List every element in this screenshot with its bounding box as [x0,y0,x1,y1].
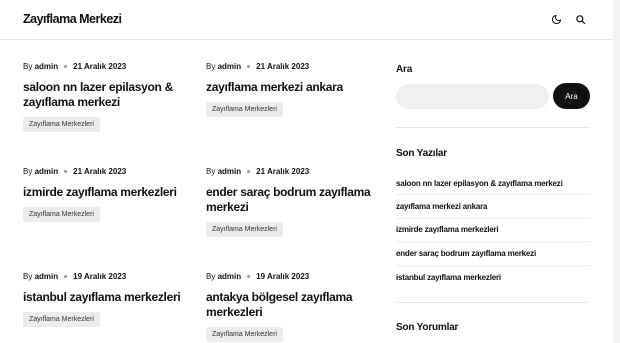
recent-post-link[interactable]: zayıflama merkezi ankara [396,195,590,219]
meta-dot [64,274,68,278]
post-category[interactable]: Zayıflama Merkezleri [206,327,283,342]
moon-icon[interactable] [549,12,563,26]
post-meta: By admin 21 Aralık 2023 [23,62,195,72]
post-title[interactable]: ender saraç bodrum zayıflama merkezi [206,185,378,215]
post-date[interactable]: 19 Aralık 2023 [73,272,126,281]
post-by: By [206,167,216,176]
post-category[interactable]: Zayıflama Merkezleri [206,102,283,117]
meta-dot [64,169,68,173]
recent-post-link[interactable]: saloon nn lazer epilasyon & zayıflama me… [396,172,590,196]
post-meta: By admin 19 Aralık 2023 [206,272,378,282]
post-card: By admin 21 Aralık 2023 saloon nn lazer e… [23,62,195,132]
post-author[interactable]: admin [218,167,242,176]
site-header: Zayıflama Merkezi [0,0,613,40]
post-date[interactable]: 21 Aralık 2023 [73,62,126,71]
post-category[interactable]: Zayıflama Merkezleri [23,312,100,327]
post-date[interactable]: 21 Aralık 2023 [256,167,309,176]
post-author[interactable]: admin [35,167,59,176]
post-meta: By admin 21 Aralık 2023 [206,167,378,177]
post-category[interactable]: Zayıflama Merkezleri [23,117,100,132]
recent-posts-title: Son Yazılar [396,148,447,159]
post-by: By [23,62,33,71]
meta-dot [64,64,68,68]
recent-comments-title: Son Yorumlar [396,322,459,333]
post-card: By admin 21 Aralık 2023 izmirde zayıflama… [23,167,195,222]
divider [396,127,590,128]
post-card: By admin 19 Aralık 2023 antakya bölgesel … [206,272,378,342]
post-by: By [23,167,33,176]
post-date[interactable]: 21 Aralık 2023 [256,62,309,71]
search-input[interactable] [396,84,549,109]
post-author[interactable]: admin [218,62,242,71]
post-by: By [206,272,216,281]
search-widget-title: Ara [396,64,413,75]
recent-post-link[interactable]: ender saraç bodrum zayıflama merkezi [396,242,590,266]
post-date[interactable]: 21 Aralık 2023 [73,167,126,176]
post-title[interactable]: saloon nn lazer epilasyon & zayıflama me… [23,80,195,110]
post-title[interactable]: antakya bölgesel zayıflama merkezleri [206,290,378,320]
post-category[interactable]: Zayıflama Merkezleri [23,207,100,222]
scrollbar[interactable] [613,0,620,343]
meta-dot [247,64,251,68]
post-date[interactable]: 19 Aralık 2023 [256,272,309,281]
post-meta: By admin 19 Aralık 2023 [23,272,195,282]
recent-posts-list: saloon nn lazer epilasyon & zayıflama me… [396,172,590,289]
post-meta: By admin 21 Aralık 2023 [206,62,378,72]
post-card: By admin 21 Aralık 2023 zayıflama merkezi… [206,62,378,117]
post-title[interactable]: zayıflama merkezi ankara [206,80,378,95]
recent-post-link[interactable]: istanbul zayıflama merkezleri [396,266,590,289]
post-author[interactable]: admin [35,62,59,71]
recent-post-link[interactable]: izmirde zayıflama merkezleri [396,219,590,243]
post-by: By [23,272,33,281]
post-author[interactable]: admin [218,272,242,281]
meta-dot [247,274,251,278]
post-author[interactable]: admin [35,272,59,281]
search-button[interactable]: Ara [553,83,590,109]
site-title[interactable]: Zayıflama Merkezi [23,12,122,26]
post-card: By admin 21 Aralık 2023 ender saraç bodru… [206,167,378,237]
divider [396,302,590,303]
post-by: By [206,62,216,71]
post-category[interactable]: Zayıflama Merkezleri [206,222,283,237]
meta-dot [247,169,251,173]
post-meta: By admin 21 Aralık 2023 [23,167,195,177]
post-card: By admin 19 Aralık 2023 istanbul zayıflam… [23,272,195,327]
search-icon[interactable] [573,12,587,26]
post-title[interactable]: istanbul zayıflama merkezleri [23,290,195,305]
post-title[interactable]: izmirde zayıflama merkezleri [23,185,195,200]
